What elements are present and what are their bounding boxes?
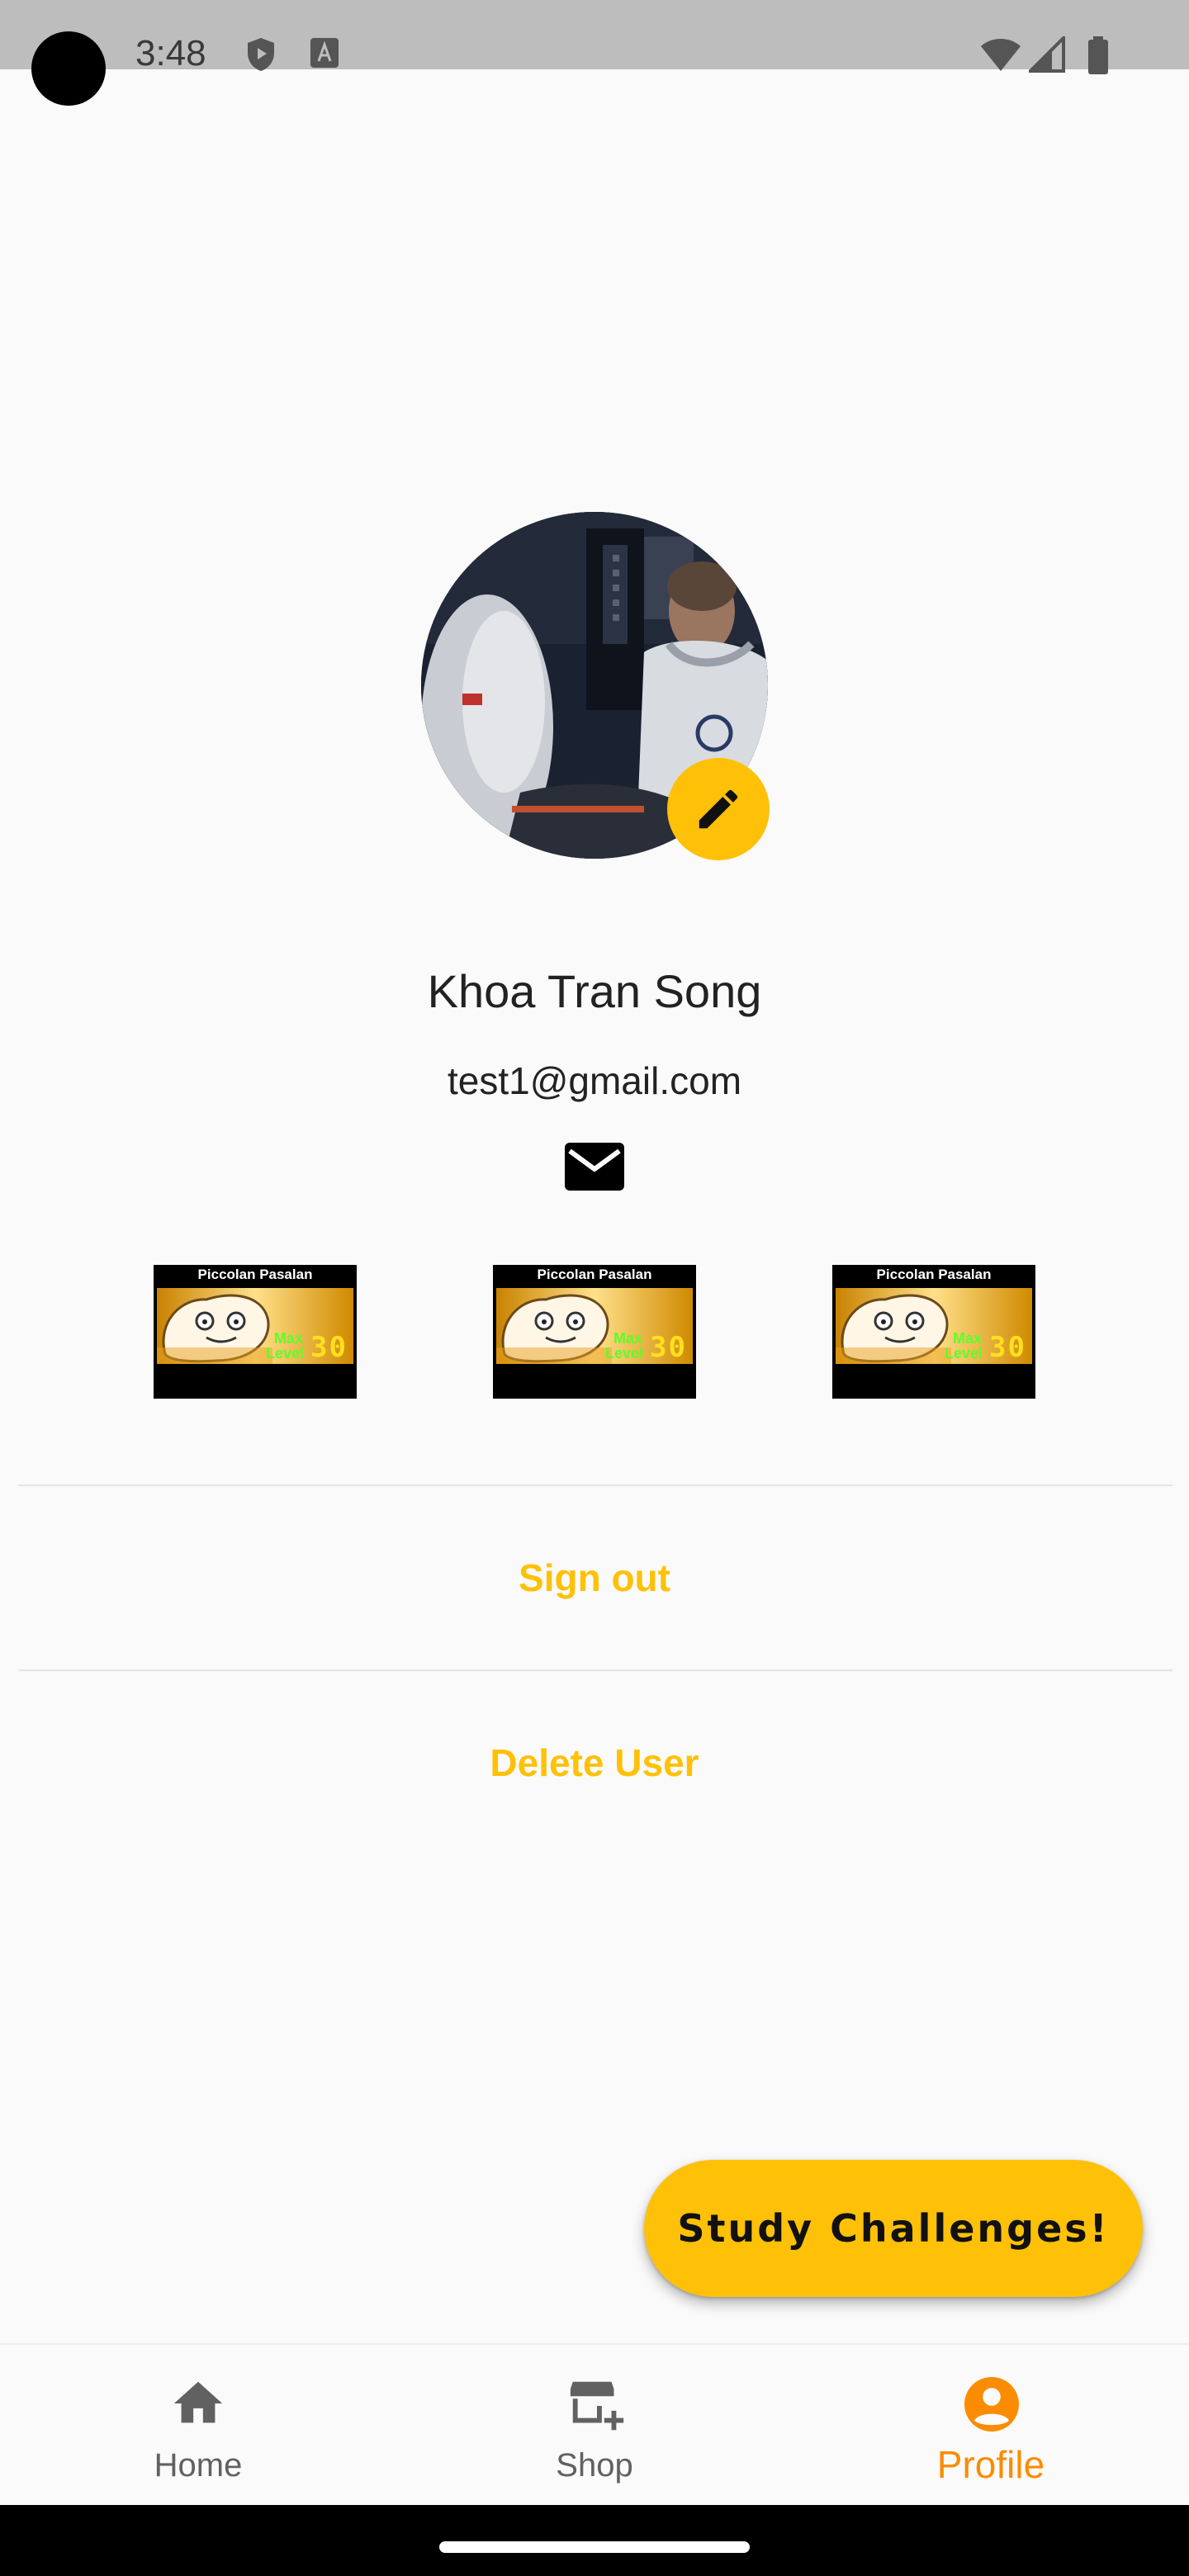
profile-screen: 3:48 Khoa Tran Song test1@gmail.com Picc… (0, 0, 1189, 2576)
badge-level-label: Level (605, 1345, 644, 1361)
badge-level-value: 30 (989, 1331, 1026, 1364)
avatar-container (421, 512, 770, 860)
nav-label-home: Home (154, 2447, 243, 2484)
badges-row: Piccolan Pasalan Max Level 30 Piccolan P… (0, 1265, 1189, 1399)
home-gesture-handle[interactable] (439, 2541, 750, 2553)
nav-item-shop[interactable]: Shop (396, 2345, 793, 2507)
mail-icon[interactable] (565, 1143, 624, 1191)
home-icon (173, 2381, 223, 2423)
edit-avatar-button[interactable] (667, 758, 770, 860)
battery-icon (1088, 36, 1108, 74)
badge-max-label: Max (953, 1330, 983, 1347)
badge-card: Piccolan Pasalan Max Level 30 (493, 1265, 696, 1399)
signal-icon (1029, 36, 1065, 73)
nav-item-profile[interactable]: Profile (793, 2345, 1189, 2507)
badge-max-label: Max (274, 1330, 304, 1347)
status-time: 3:48 (135, 33, 206, 73)
sign-out-button[interactable]: Sign out (0, 1556, 1189, 1600)
badge-level-label: Level (266, 1345, 305, 1361)
badge-card: Piccolan Pasalan Max Level 30 (832, 1265, 1035, 1399)
badge-card: Piccolan Pasalan Max Level 30 (154, 1265, 357, 1399)
delete-user-button[interactable]: Delete User (0, 1740, 1189, 1785)
camera-cutout (31, 31, 106, 106)
text-a-icon (310, 38, 339, 68)
badge-title: Piccolan Pasalan (876, 1267, 992, 1282)
user-email: test1@gmail.com (447, 1059, 742, 1102)
badge-title: Piccolan Pasalan (537, 1267, 652, 1282)
divider (18, 1485, 1172, 1486)
store-add-icon (570, 2381, 624, 2431)
badge-level-value: 30 (650, 1331, 687, 1364)
wifi-icon (981, 39, 1021, 71)
bottom-navigation: Home Shop Profile (0, 2343, 1189, 2505)
user-name: Khoa Tran Song (427, 965, 762, 1017)
study-challenges-label: Study Challenges! (677, 2206, 1110, 2251)
badge-level-label: Level (945, 1345, 983, 1361)
nav-label-profile: Profile (936, 2443, 1045, 2486)
pencil-icon (699, 789, 738, 829)
shield-icon (248, 38, 274, 71)
badge-title: Piccolan Pasalan (197, 1267, 313, 1282)
divider (18, 1669, 1172, 1671)
account-circle-icon (964, 2377, 1019, 2432)
system-navigation-bar (0, 2505, 1189, 2576)
badge-level-value: 30 (310, 1331, 348, 1364)
nav-item-home[interactable]: Home (0, 2345, 396, 2507)
badge-max-label: Max (613, 1330, 643, 1347)
nav-label-shop: Shop (556, 2447, 633, 2484)
status-bar: 3:48 (0, 0, 1189, 106)
study-challenges-button[interactable]: Study Challenges! (644, 2160, 1143, 2297)
